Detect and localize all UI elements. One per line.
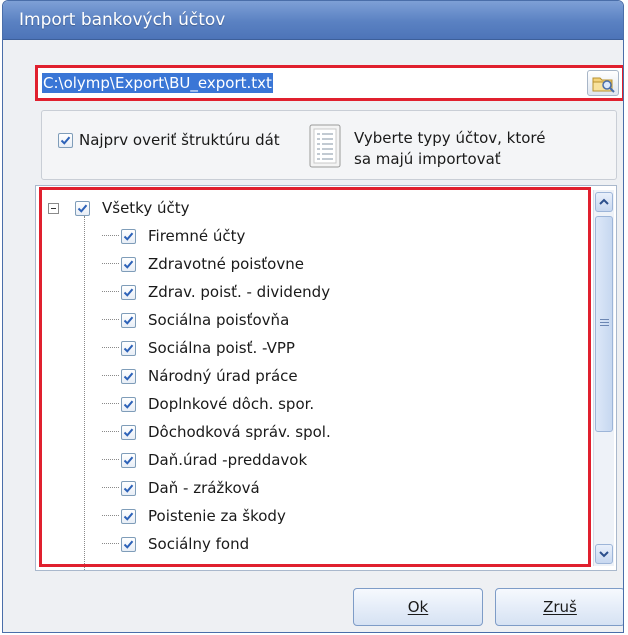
- browse-button[interactable]: [587, 70, 619, 96]
- tree-item[interactable]: Daň - zrážková: [102, 474, 260, 502]
- tree-item[interactable]: Firemné účty: [102, 222, 245, 250]
- tree-root-all-accounts[interactable]: Všetky účty: [48, 194, 190, 222]
- tree-label: Zdrav. poisť. - dividendy: [148, 283, 331, 301]
- scroll-up-button[interactable]: [595, 192, 613, 212]
- tree-item[interactable]: Zdrav. poisť. - dividendy: [102, 278, 330, 306]
- tree-label: Všetky účty: [102, 199, 190, 217]
- checkmark-icon: [123, 372, 134, 381]
- document-list-icon: [309, 124, 341, 168]
- tree-checkbox[interactable]: [121, 228, 136, 244]
- tree-item[interactable]: Sociálny fond: [102, 530, 249, 558]
- tree-connector: [102, 319, 119, 321]
- tree-connector: [102, 487, 119, 489]
- verify-structure-label: Najprv overiť štruktúru dát: [79, 131, 280, 149]
- verify-structure-checkbox[interactable]: [58, 132, 73, 148]
- tree-item[interactable]: Národný úrad práce: [102, 362, 298, 390]
- tree-connector: [102, 403, 119, 405]
- checkmark-icon: [123, 232, 134, 241]
- grip-icon: [600, 319, 609, 326]
- tree-checkbox[interactable]: [121, 396, 136, 412]
- chevron-up-icon: [599, 198, 609, 205]
- window-title: Import bankových účtov: [19, 10, 226, 30]
- tree-label: Poistenie za škody: [148, 507, 286, 525]
- tree-checkbox[interactable]: [75, 200, 90, 216]
- tree-item[interactable]: Zdravotné poisťovne: [102, 250, 304, 278]
- tree-checkbox[interactable]: [121, 284, 136, 300]
- tree-label: Sociálny fond: [148, 535, 250, 553]
- vertical-scrollbar[interactable]: [593, 190, 614, 566]
- tree-checkbox[interactable]: [121, 312, 136, 328]
- hint-line-1: Vyberte typy účtov, ktoré: [354, 129, 546, 147]
- tree-checkbox[interactable]: [121, 424, 136, 440]
- tree-label: Daň - zrážková: [148, 479, 260, 497]
- checkmark-icon: [123, 512, 134, 521]
- verify-structure-option[interactable]: Najprv overiť štruktúru dát: [58, 131, 280, 149]
- tree-connector: [102, 347, 119, 349]
- tree-guide-line: [84, 216, 85, 570]
- collapse-icon[interactable]: [48, 202, 59, 214]
- checkmark-icon: [60, 136, 71, 145]
- account-types-tree: Všetky účty Firemné účty Zdravotné poisťo…: [35, 185, 617, 571]
- tree-label: Sociálna poisťovňa: [148, 311, 290, 329]
- folder-search-icon: [592, 77, 615, 93]
- checkmark-icon: [123, 540, 134, 549]
- account-types-hint: Vyberte typy účtov, ktoré sa majú import…: [354, 128, 546, 170]
- checkmark-icon: [123, 288, 134, 297]
- tree-label: Doplnkové dôch. spor.: [148, 395, 315, 413]
- tree-label: Dôchodková správ. spol.: [148, 423, 331, 441]
- tree-connector: [102, 431, 119, 433]
- checkmark-icon: [123, 400, 134, 409]
- hint-line-2: sa majú importovať: [354, 150, 501, 168]
- file-path-value: C:\olymp\Export\BU_export.txt: [42, 73, 273, 93]
- tree-item[interactable]: Daň.úrad -preddavok: [102, 446, 307, 474]
- checkmark-icon: [123, 260, 134, 269]
- tree-label: Firemné účty: [148, 227, 246, 245]
- tree-item[interactable]: Poistenie za škody: [102, 502, 286, 530]
- checkmark-icon: [123, 484, 134, 493]
- ok-button-label: Ok: [407, 598, 429, 616]
- tree-connector: [102, 263, 119, 265]
- tree-checkbox[interactable]: [121, 256, 136, 272]
- tree-connector: [102, 459, 119, 461]
- tree-item[interactable]: Doplnkové dôch. spor.: [102, 390, 314, 418]
- cancel-button[interactable]: Zruš: [495, 588, 623, 626]
- tree-connector: [102, 291, 119, 293]
- checkmark-icon: [77, 204, 88, 213]
- chevron-down-icon: [599, 551, 609, 558]
- tree-connector: [102, 543, 119, 545]
- cancel-button-label: Zruš: [543, 598, 577, 616]
- checkmark-icon: [123, 428, 134, 437]
- scroll-down-button[interactable]: [595, 544, 613, 564]
- scroll-thumb[interactable]: [595, 216, 613, 432]
- tree-checkbox[interactable]: [121, 368, 136, 384]
- tree-item[interactable]: Dôchodková správ. spol.: [102, 418, 331, 446]
- checkmark-icon: [123, 344, 134, 353]
- tree-checkbox[interactable]: [121, 536, 136, 552]
- ok-button[interactable]: Ok: [353, 588, 483, 626]
- tree-label: Národný úrad práce: [148, 367, 298, 385]
- file-path-input[interactable]: C:\olymp\Export\BU_export.txt: [42, 71, 574, 95]
- tree-item[interactable]: Sociálna poisťovňa: [102, 306, 289, 334]
- tree-label: Sociálna poisť. -VPP: [148, 339, 295, 357]
- title-bar[interactable]: Import bankových účtov: [3, 1, 623, 40]
- tree-label: Zdravotné poisťovne: [148, 255, 304, 273]
- tree-checkbox[interactable]: [121, 480, 136, 496]
- checkmark-icon: [123, 316, 134, 325]
- file-path-field: C:\olymp\Export\BU_export.txt: [35, 65, 623, 101]
- tree-checkbox[interactable]: [121, 508, 136, 524]
- tree-checkbox[interactable]: [121, 340, 136, 356]
- checkmark-icon: [123, 456, 134, 465]
- tree-label: Daň.úrad -preddavok: [148, 451, 308, 469]
- tree-connector: [102, 375, 119, 377]
- options-group: Najprv overiť štruktúru dát Vyberte typy…: [41, 110, 617, 180]
- tree-connector: [102, 515, 119, 517]
- tree-item[interactable]: Sociálna poisť. -VPP: [102, 334, 295, 362]
- import-dialog: Import bankových účtov C:\olymp\Export\B…: [2, 0, 624, 633]
- tree-connector: [102, 235, 119, 237]
- tree-checkbox[interactable]: [121, 452, 136, 468]
